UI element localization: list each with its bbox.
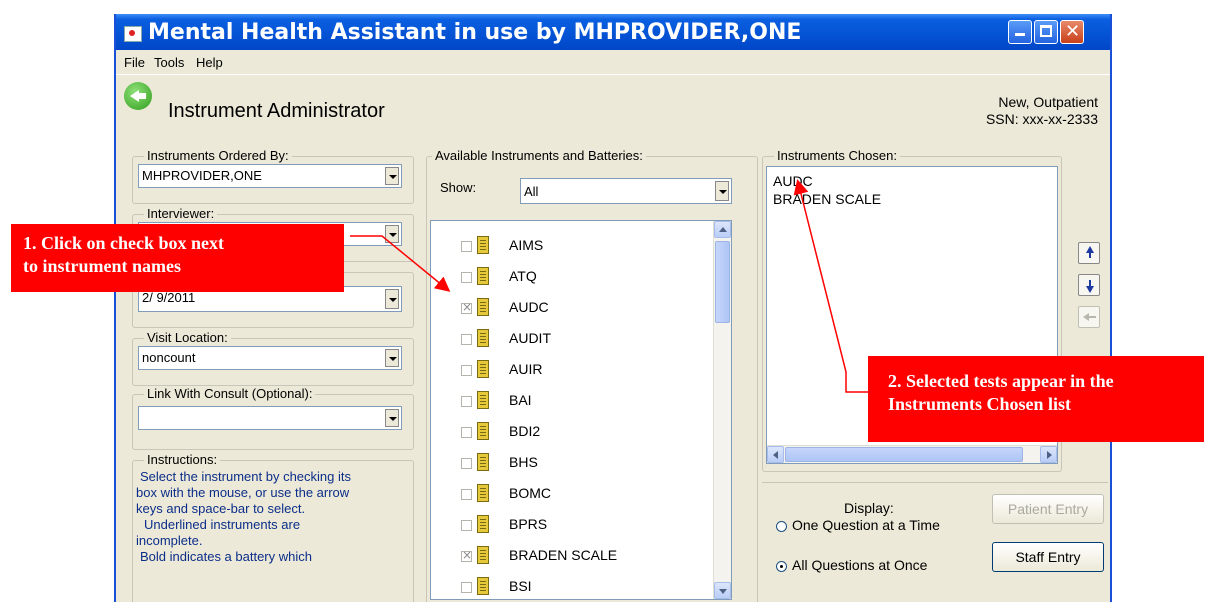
annotation-callout-1: 1. Click on check box next to instrument… [11, 224, 344, 292]
callout-1-line: 1. Click on check box next [23, 233, 225, 253]
callout-2-line: Instruments Chosen list [888, 394, 1072, 414]
annotation-callout-2: 2. Selected tests appear in the Instrume… [868, 356, 1204, 442]
callout-1-line: to instrument names [23, 256, 181, 276]
callout-2-line: 2. Selected tests appear in the [888, 371, 1114, 391]
annotation-arrows [350, 179, 868, 393]
